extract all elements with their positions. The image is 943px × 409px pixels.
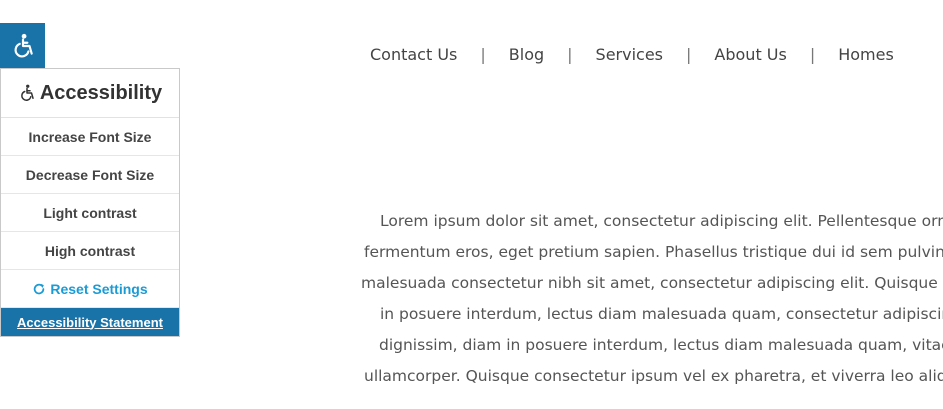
accessibility-title: Accessibility — [39, 81, 163, 104]
body-text-line: fermentum eros, eget pretium sapien. Pha… — [364, 243, 943, 261]
nav-separator: | — [686, 44, 692, 64]
body-text-line: ullamcorper. Quisque consectetur ipsum v… — [364, 367, 943, 385]
refresh-icon — [34, 283, 45, 294]
high-contrast-button[interactable]: High contrast — [1, 232, 179, 270]
nav-homes[interactable]: Homes — [830, 45, 902, 64]
nav-blog[interactable]: Blog — [501, 45, 552, 64]
nav-separator: | — [480, 44, 486, 64]
wheelchair-icon — [14, 33, 33, 57]
nav-separator: | — [809, 44, 816, 64]
nav-about-us[interactable]: About Us — [706, 45, 794, 64]
body-text-line: malesuada consectetur nibh sit amet, con… — [361, 274, 943, 292]
accessibility-toggle-button[interactable] — [0, 23, 45, 68]
accessibility-panel-header: Accessibility — [1, 69, 179, 118]
decrease-font-size-button[interactable]: Decrease Font Size — [1, 156, 179, 194]
wheelchair-icon — [20, 84, 34, 101]
nav-services[interactable]: Services — [588, 45, 671, 64]
reset-settings-button[interactable]: Reset Settings — [1, 270, 179, 308]
body-text: Lorem ipsum dolor sit amet, consectetur … — [355, 206, 943, 392]
light-contrast-button[interactable]: Light contrast — [1, 194, 179, 232]
nav-separator: | — [567, 44, 573, 64]
reset-settings-label: Reset Settings — [50, 280, 148, 297]
body-text-line: dignissim, diam in posuere interdum, lec… — [379, 336, 943, 354]
increase-font-size-button[interactable]: Increase Font Size — [1, 118, 179, 156]
nav-contact-us[interactable]: Contact Us — [362, 45, 465, 64]
top-navigation: Contact Us | Blog | Services | About Us … — [362, 42, 902, 66]
accessibility-statement-link[interactable]: Accessibility Statement — [1, 308, 179, 336]
body-text-line: Lorem ipsum dolor sit amet, consectetur … — [380, 212, 943, 230]
body-text-line: in posuere interdum, lectus diam malesua… — [380, 305, 943, 323]
accessibility-panel: Accessibility Increase Font Size Decreas… — [0, 68, 180, 337]
